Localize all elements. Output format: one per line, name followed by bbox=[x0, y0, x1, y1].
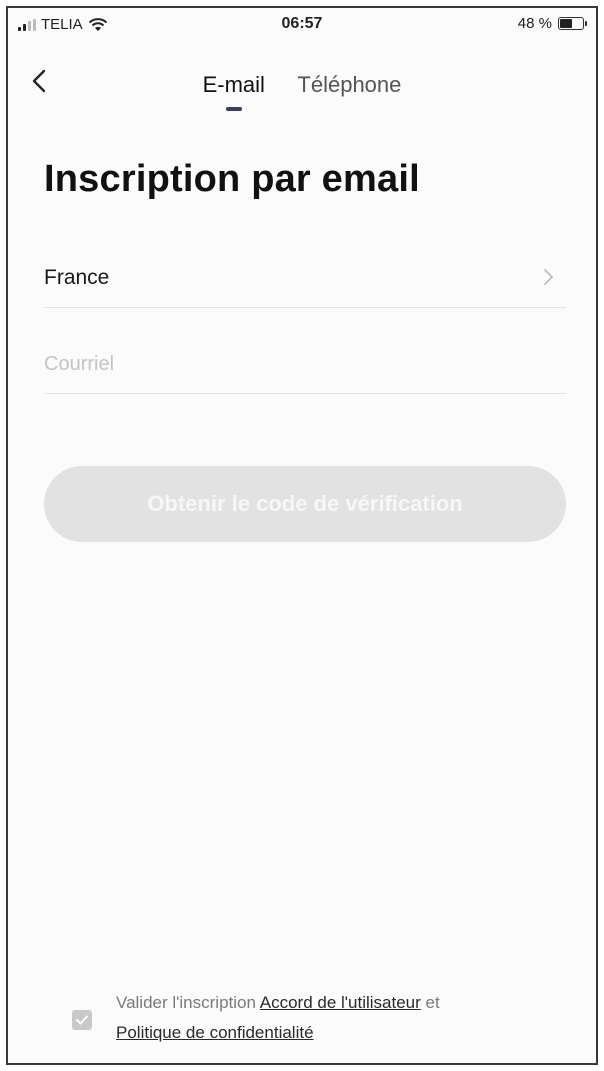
tab-telephone-label: Téléphone bbox=[297, 72, 402, 97]
get-verification-code-button[interactable]: Obtenir le code de vérification bbox=[44, 466, 566, 542]
tab-email-label: E-mail bbox=[202, 72, 265, 97]
country-value: France bbox=[44, 266, 110, 289]
checkmark-icon bbox=[76, 1015, 88, 1025]
page-title: Inscription par email bbox=[44, 158, 420, 200]
privacy-policy-link[interactable]: Politique de confidentialité bbox=[116, 1023, 314, 1042]
status-bar: TELIA 06:57 48 % bbox=[8, 8, 596, 44]
consent-checkbox[interactable] bbox=[72, 1010, 92, 1030]
status-right: 48 % bbox=[517, 15, 587, 32]
tab-email[interactable]: E-mail bbox=[202, 72, 265, 111]
status-time: 06:57 bbox=[281, 15, 323, 32]
consent-prefix: Valider l'inscription bbox=[116, 993, 260, 1012]
signup-method-tabs: E-mail Téléphone bbox=[8, 72, 596, 111]
user-agreement-link[interactable]: Accord de l'utilisateur bbox=[260, 993, 421, 1012]
battery-icon bbox=[558, 17, 587, 30]
phone-screen: TELIA 06:57 48 % E-mail Téléphone Inscri… bbox=[6, 6, 598, 1065]
email-input[interactable] bbox=[44, 346, 566, 382]
consent-text: Valider l'inscription Accord de l'utilis… bbox=[116, 988, 556, 1048]
battery-percentage: 48 % bbox=[517, 15, 552, 32]
email-field-row bbox=[44, 332, 566, 394]
consent-section: Valider l'inscription Accord de l'utilis… bbox=[72, 988, 572, 1048]
chevron-right-icon bbox=[544, 269, 553, 285]
active-tab-indicator bbox=[225, 107, 242, 111]
country-selector[interactable]: France bbox=[44, 246, 566, 308]
battery-fill bbox=[560, 19, 572, 28]
tab-telephone[interactable]: Téléphone bbox=[297, 72, 401, 98]
top-navigation: E-mail Téléphone bbox=[8, 58, 596, 118]
consent-conjunction: et bbox=[420, 993, 440, 1012]
